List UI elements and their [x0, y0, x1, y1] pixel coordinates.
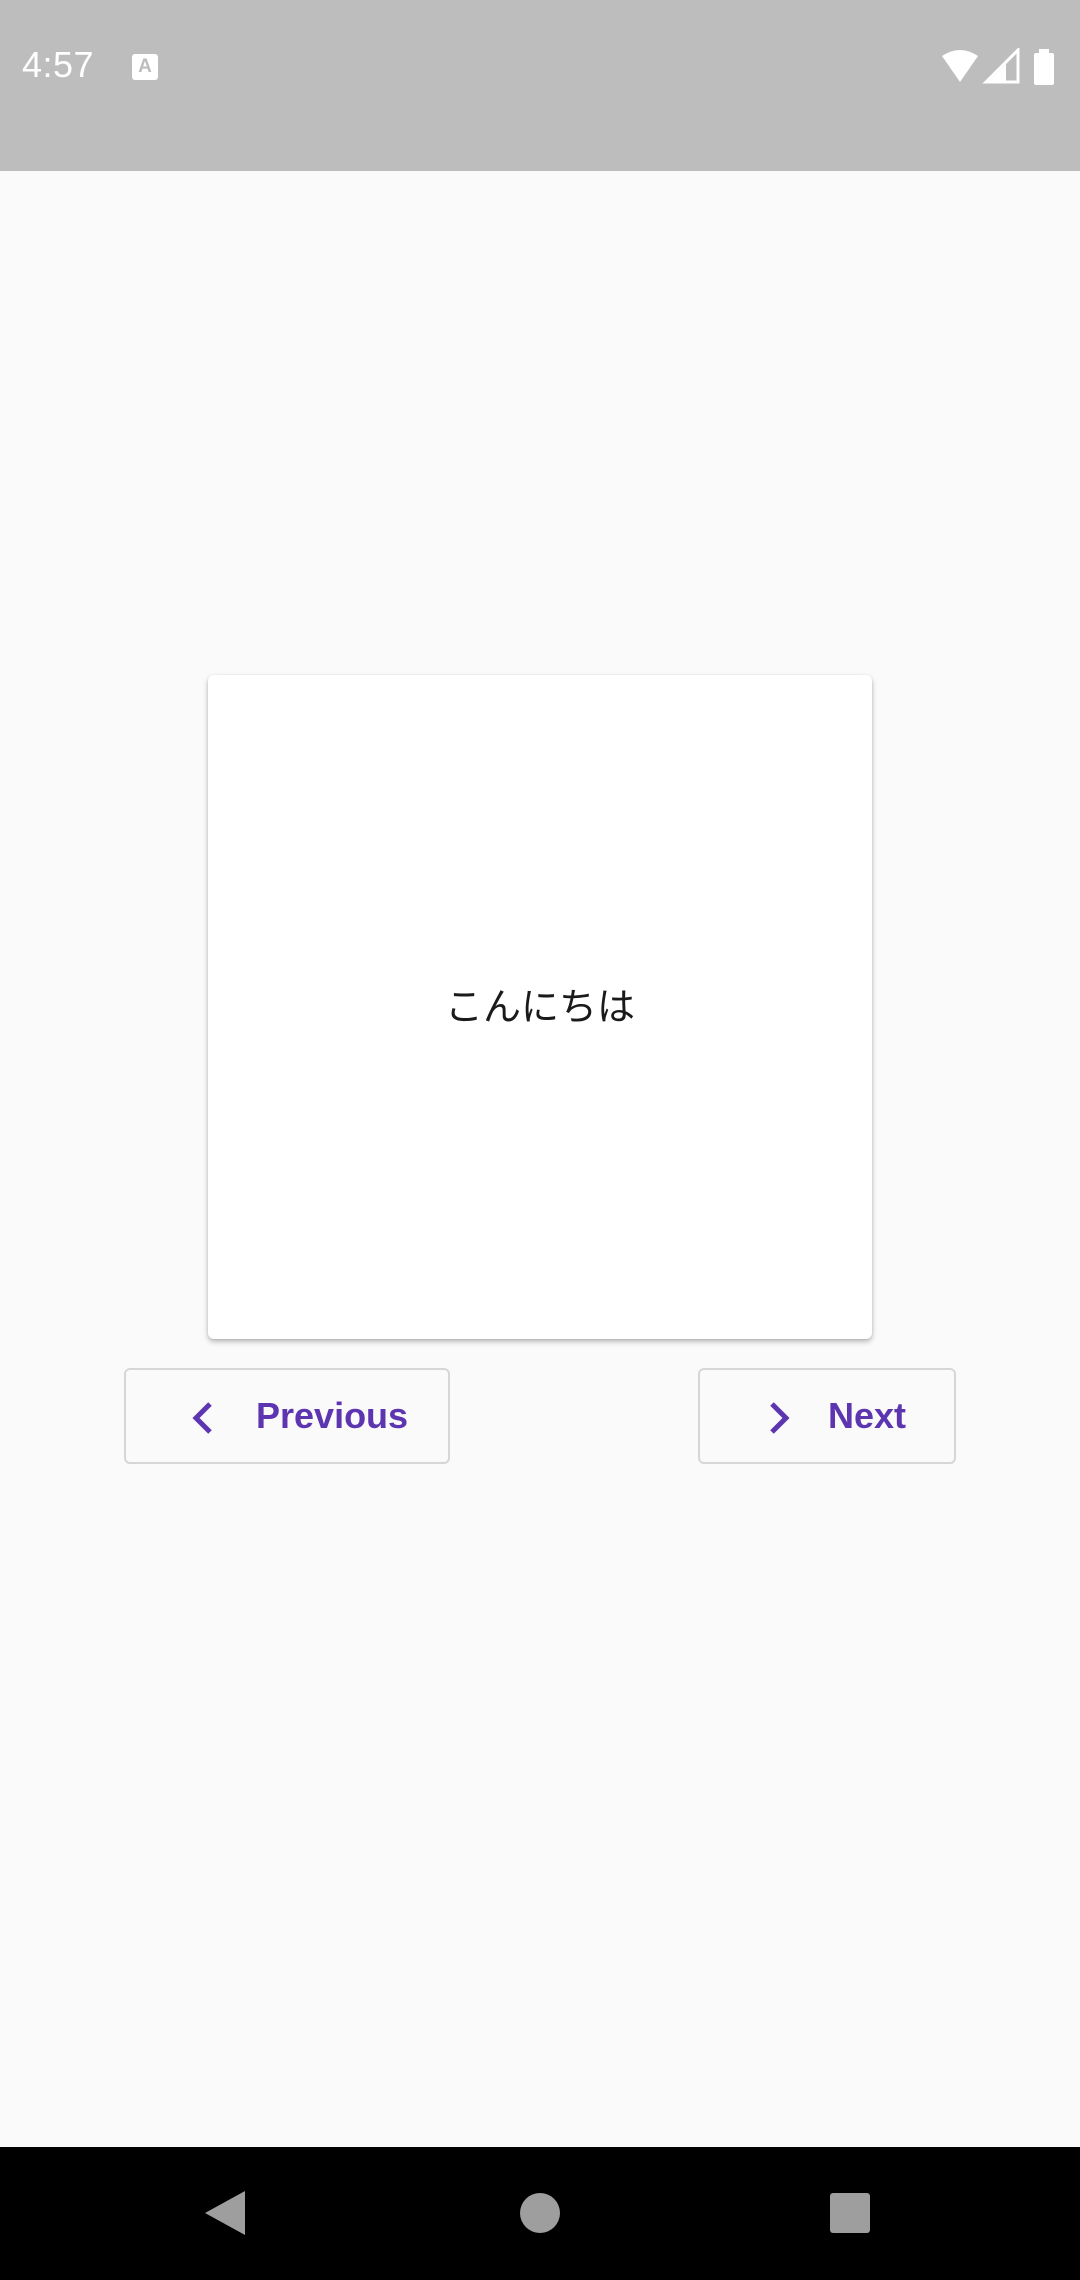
chevron-right-icon — [770, 1402, 790, 1434]
battery-icon — [1034, 53, 1054, 85]
flashcard[interactable]: こんにちは — [208, 675, 872, 1339]
previous-button[interactable]: Previous — [124, 1368, 450, 1464]
back-button[interactable] — [165, 2147, 285, 2280]
next-label: Next — [828, 1395, 907, 1436]
wifi-icon — [942, 50, 978, 82]
next-button[interactable]: Next — [698, 1368, 956, 1464]
home-button[interactable] — [480, 2147, 600, 2280]
chevron-left-icon — [192, 1402, 212, 1434]
recents-icon — [830, 2193, 870, 2233]
status-time: 4:57 — [22, 44, 95, 85]
back-icon — [205, 2191, 245, 2235]
status-bar: 4:57 A — [0, 0, 1080, 171]
status-icons — [940, 48, 1060, 88]
flashcard-text: こんにちは — [444, 985, 635, 1029]
keyboard-a-icon: A — [132, 54, 158, 80]
home-icon — [520, 2193, 560, 2233]
system-navigation-bar — [0, 2147, 1080, 2280]
previous-label: Previous — [256, 1395, 409, 1436]
recents-button[interactable] — [790, 2147, 910, 2280]
